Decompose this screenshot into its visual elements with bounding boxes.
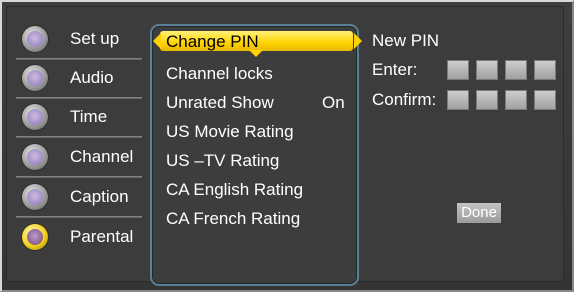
confirm-pin-digit-2[interactable]: [476, 90, 498, 110]
menu-item-change-pin-label: Change PIN: [166, 32, 259, 51]
sidebar-item-time[interactable]: Time: [16, 100, 142, 138]
confirm-label: Confirm:: [372, 90, 437, 109]
menu-item-ca-english-rating[interactable]: CA English Rating: [166, 180, 303, 200]
sidebar-item-label: Parental: [70, 227, 134, 246]
channel-icon: [22, 144, 48, 170]
menu-item-unrated-show[interactable]: Unrated Show: [166, 93, 274, 113]
sidebar-item-label: Audio: [70, 68, 114, 87]
sidebar-item-caption[interactable]: Caption: [16, 180, 142, 218]
enter-pin-digit-2[interactable]: [476, 60, 498, 80]
enter-pin-digit-4[interactable]: [534, 60, 556, 80]
enter-pin-digit-1[interactable]: [447, 60, 469, 80]
sidebar-item-audio[interactable]: Audio: [16, 61, 142, 99]
new-pin-title: New PIN: [372, 31, 440, 50]
caption-icon: [22, 184, 48, 210]
sidebar-item-setup[interactable]: Set up: [16, 22, 142, 60]
arrow-right-icon: [354, 33, 362, 49]
sidebar-item-label: Channel: [70, 147, 134, 166]
parental-options-panel: Channel locks Unrated Show On US Movie R…: [150, 24, 359, 286]
unrated-show-value: On: [322, 93, 345, 112]
menu-item-ca-french-rating[interactable]: CA French Rating: [166, 209, 300, 229]
confirm-pin-digit-3[interactable]: [505, 90, 527, 110]
arrow-left-icon: [153, 33, 161, 49]
sidebar-item-label: Time: [70, 107, 108, 126]
clock-icon: [22, 104, 48, 130]
confirm-pin-digit-1[interactable]: [447, 90, 469, 110]
arrow-down-icon: [249, 50, 263, 57]
sidebar-item-parental[interactable]: Parental: [16, 220, 142, 256]
menu-item-us-tv-rating[interactable]: US –TV Rating: [166, 151, 279, 171]
menu-item-us-movie-rating[interactable]: US Movie Rating: [166, 122, 294, 142]
confirm-pin-digit-4[interactable]: [534, 90, 556, 110]
speaker-icon: [22, 65, 48, 91]
enter-label: Enter:: [372, 60, 418, 79]
sidebar-item-label: Set up: [70, 29, 120, 48]
gear-icon: [22, 26, 48, 52]
lock-icon: [22, 224, 48, 250]
enter-pin-digit-3[interactable]: [505, 60, 527, 80]
sidebar-item-channel[interactable]: Channel: [16, 140, 142, 178]
sidebar-item-label: Caption: [70, 187, 129, 206]
menu-item-channel-locks[interactable]: Channel locks: [166, 64, 273, 84]
done-button[interactable]: Done: [457, 203, 501, 223]
